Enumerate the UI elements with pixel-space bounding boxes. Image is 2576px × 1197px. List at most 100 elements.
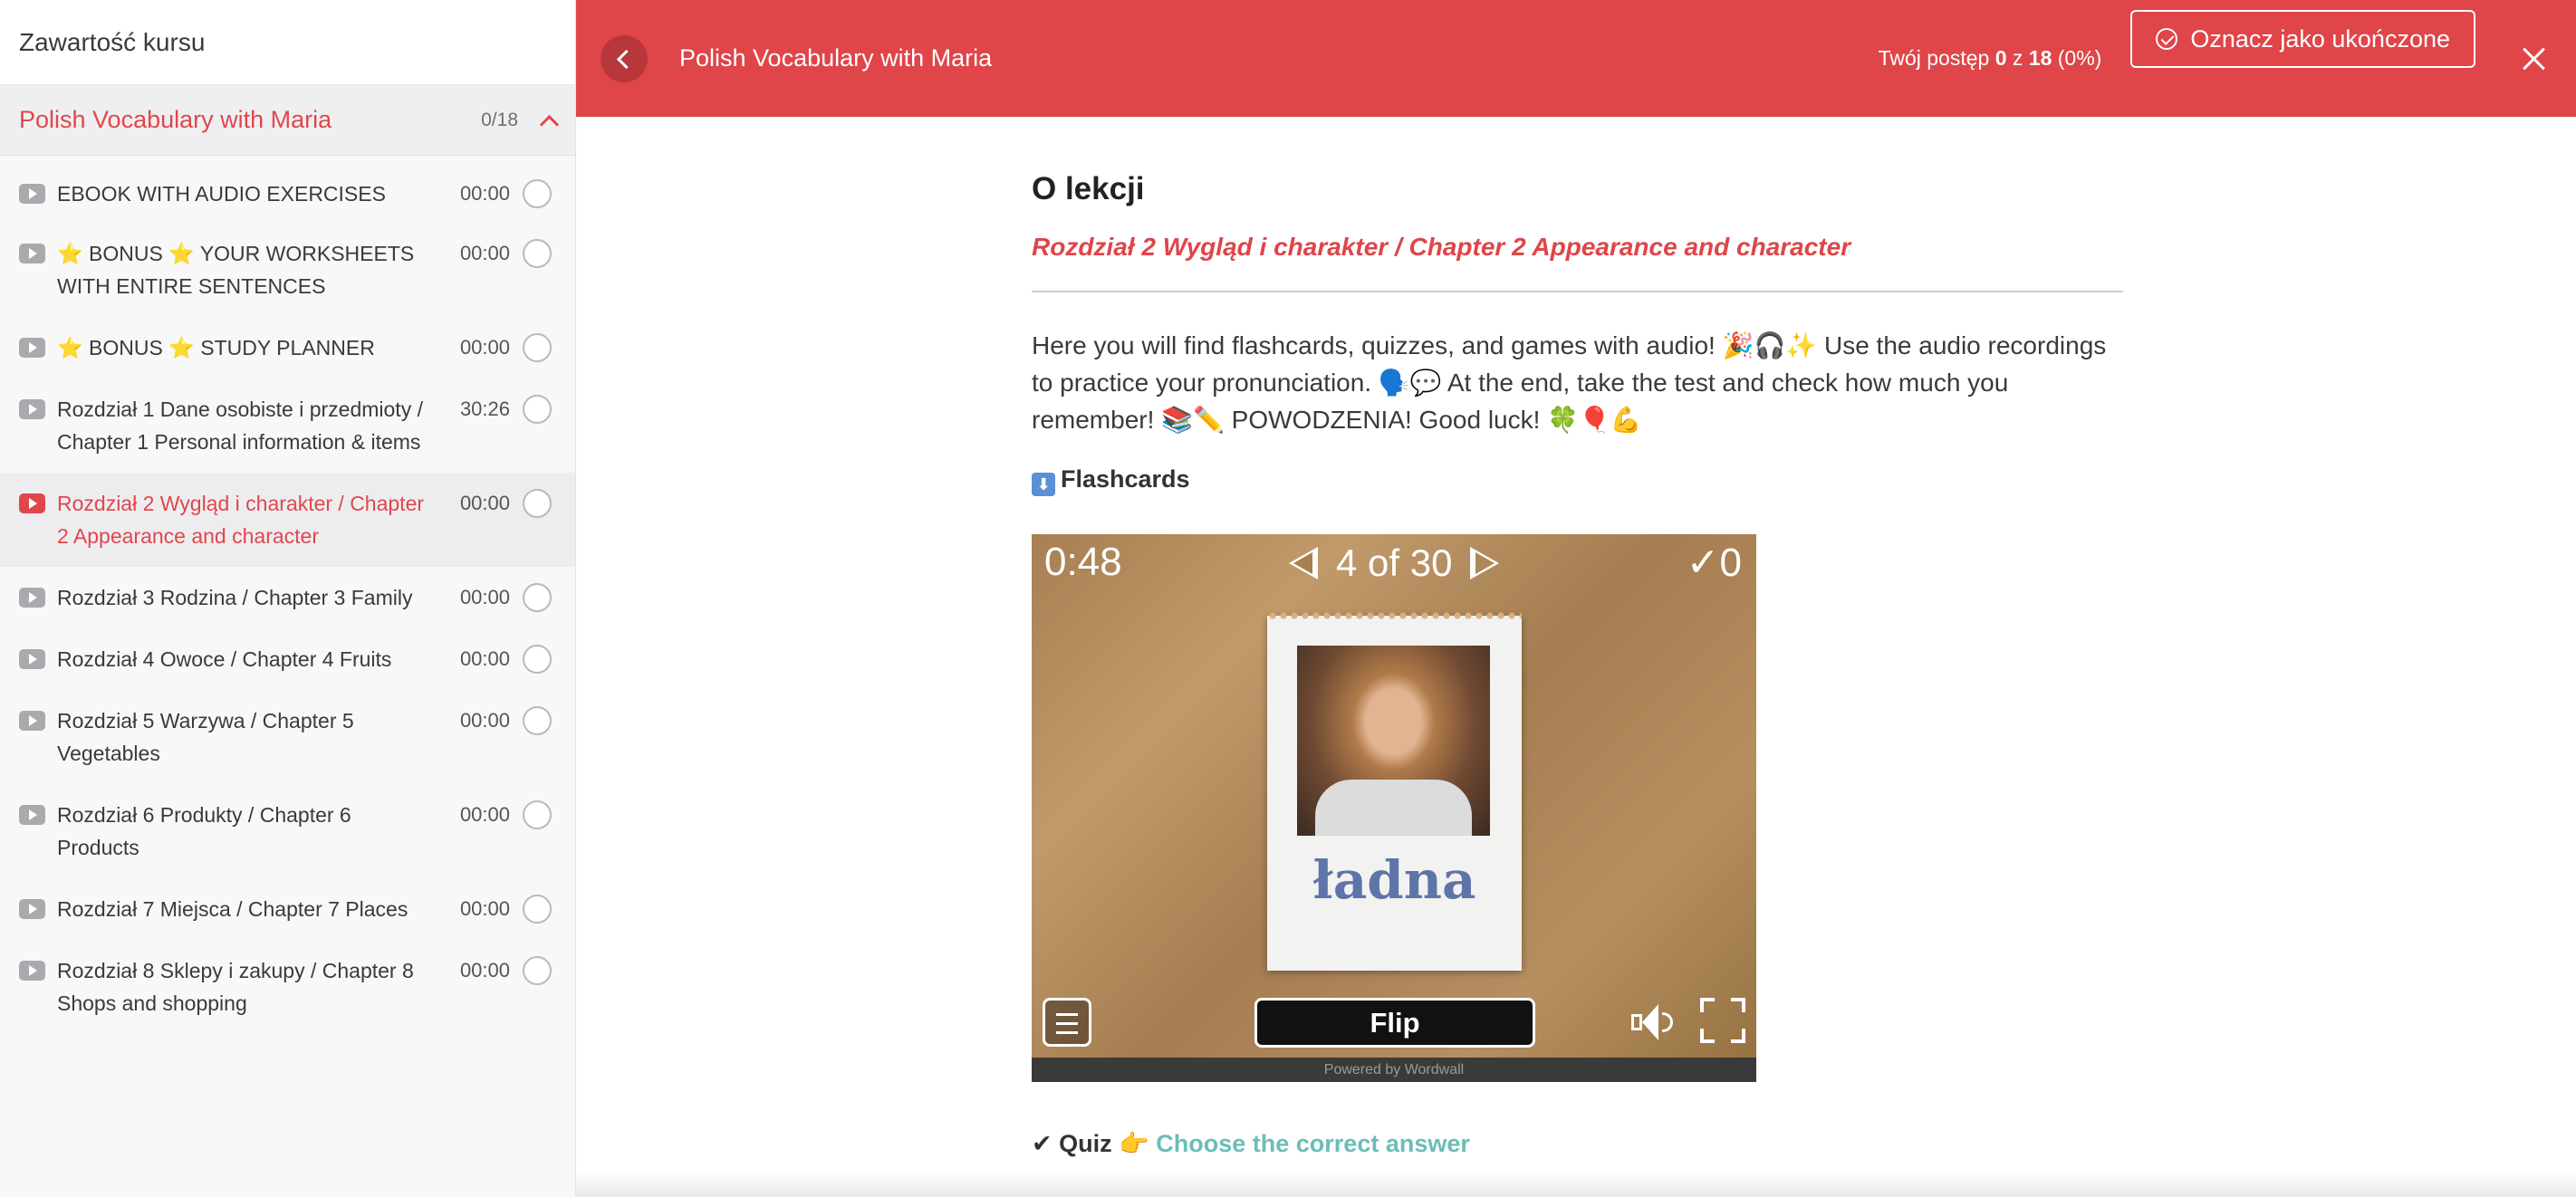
lesson-duration: 00:00 bbox=[459, 336, 510, 359]
play-icon bbox=[19, 711, 45, 731]
top-bar: Polish Vocabulary with Maria Twój postęp… bbox=[576, 0, 2576, 117]
course-sidebar: Zawartość kursu Polish Vocabulary with M… bbox=[0, 0, 576, 1197]
play-icon bbox=[19, 399, 45, 419]
play-icon bbox=[19, 961, 45, 981]
lesson-item[interactable]: Rozdział 4 Owoce / Chapter 4 Fruits 00:00 bbox=[0, 628, 575, 690]
lesson-duration: 00:00 bbox=[459, 492, 510, 514]
lesson-item[interactable]: Rozdział 8 Sklepy i zakupy / Chapter 8 S… bbox=[0, 940, 575, 1034]
lesson-title: Rozdział 7 Miejsca / Chapter 7 Places bbox=[57, 897, 409, 921]
lesson-duration: 00:00 bbox=[459, 803, 510, 826]
play-icon bbox=[19, 184, 45, 204]
lesson-item[interactable]: Rozdział 7 Miejsca / Chapter 7 Places 00:… bbox=[0, 878, 575, 940]
lesson-title: Rozdział 5 Warzywa / Chapter 5 Vegetable… bbox=[57, 709, 354, 765]
score: ✓0 bbox=[1686, 541, 1742, 585]
completion-circle-icon[interactable] bbox=[523, 706, 552, 735]
menu-icon[interactable] bbox=[1043, 998, 1091, 1047]
progress-total: 18 bbox=[2028, 46, 2052, 70]
card-navigation: 4 of 30 bbox=[1289, 541, 1500, 585]
wordwall-flashcards-widget[interactable]: 0:48 4 of 30 ✓0 ładna Flip Powered by Wo… bbox=[1032, 534, 1756, 1082]
lesson-item[interactable]: Rozdział 2 Wygląd i charakter / Chapter … bbox=[0, 473, 575, 567]
quiz-link[interactable]: Choose the correct answer bbox=[1156, 1130, 1470, 1157]
fullscreen-icon[interactable] bbox=[1700, 998, 1745, 1043]
about-title: O lekcji bbox=[1032, 171, 1145, 206]
course-title: Polish Vocabulary with Maria bbox=[679, 44, 993, 72]
lesson-title: Rozdział 6 Produkty / Chapter 6 Products bbox=[57, 803, 351, 859]
completion-circle-icon[interactable] bbox=[523, 395, 552, 424]
lesson-title: Rozdział 2 Wygląd i charakter / Chapter … bbox=[57, 492, 425, 548]
section-name: Polish Vocabulary with Maria bbox=[19, 106, 332, 133]
lesson-item[interactable]: ⭐ BONUS ⭐ YOUR WORKSHEETS WITH ENTIRE SE… bbox=[0, 223, 575, 317]
completion-circle-icon[interactable] bbox=[523, 583, 552, 612]
chapter-subtitle: Rozdział 2 Wygląd i charakter / Chapter … bbox=[1032, 233, 1851, 261]
lesson-title: Rozdział 3 Rodzina / Chapter 3 Family bbox=[57, 586, 413, 609]
down-arrow-icon: ⬇ bbox=[1032, 473, 1055, 496]
quiz-label: ✔ Quiz 👉 bbox=[1032, 1130, 1149, 1157]
lesson-item[interactable]: Rozdział 6 Produkty / Chapter 6 Products… bbox=[0, 784, 575, 878]
lesson-duration: 00:00 bbox=[459, 709, 510, 732]
completion-circle-icon[interactable] bbox=[523, 895, 552, 924]
mark-complete-button[interactable]: Oznacz jako ukończone bbox=[2130, 10, 2475, 68]
mark-complete-label: Oznacz jako ukończone bbox=[2190, 24, 2450, 53]
lesson-duration: 00:00 bbox=[459, 586, 510, 608]
completion-circle-icon[interactable] bbox=[523, 956, 552, 985]
next-card-icon[interactable] bbox=[1470, 547, 1500, 579]
lesson-item[interactable]: Rozdział 5 Warzywa / Chapter 5 Vegetable… bbox=[0, 690, 575, 784]
close-icon[interactable] bbox=[2522, 46, 2547, 72]
lesson-title: ⭐ BONUS ⭐ YOUR WORKSHEETS WITH ENTIRE SE… bbox=[57, 242, 415, 298]
play-icon bbox=[19, 805, 45, 825]
quiz-heading: ✔ Quiz 👉 Choose the correct answer bbox=[1032, 1129, 2123, 1158]
lesson-title: ⭐ BONUS ⭐ STUDY PLANNER bbox=[57, 336, 375, 359]
completion-circle-icon[interactable] bbox=[523, 800, 552, 829]
lesson-item[interactable]: Rozdział 3 Rodzina / Chapter 3 Family 00:… bbox=[0, 567, 575, 628]
powered-by: Powered by Wordwall bbox=[1032, 1058, 1756, 1082]
check-circle-icon bbox=[2156, 28, 2178, 50]
completion-circle-icon[interactable] bbox=[523, 333, 552, 362]
lesson-title: Rozdział 1 Dane osobiste i przedmioty / … bbox=[57, 397, 423, 454]
play-icon bbox=[19, 588, 45, 608]
play-icon bbox=[19, 244, 45, 263]
timer: 0:48 bbox=[1044, 540, 1122, 584]
lesson-item[interactable]: EBOOK WITH AUDIO EXERCISES 00:00 bbox=[0, 156, 575, 223]
chevron-up-icon[interactable] bbox=[540, 112, 556, 129]
lesson-duration: 00:00 bbox=[459, 647, 510, 670]
completion-circle-icon[interactable] bbox=[523, 645, 552, 674]
card-position: 4 of 30 bbox=[1336, 541, 1453, 584]
progress-done: 0 bbox=[1994, 46, 2007, 70]
previous-card-icon[interactable] bbox=[1289, 547, 1318, 579]
flashcard-word: ładna bbox=[1312, 849, 1476, 911]
card-rings bbox=[1267, 610, 1522, 621]
completion-circle-icon[interactable] bbox=[523, 489, 552, 518]
lesson-item[interactable]: Rozdział 1 Dane osobiste i przedmioty / … bbox=[0, 378, 575, 473]
flashcards-heading: ⬇ Flashcards bbox=[1032, 465, 2123, 496]
sidebar-title: Zawartość kursu bbox=[0, 0, 575, 85]
lesson-content: O lekcji Rozdział 2 Wygląd i charakter /… bbox=[1032, 117, 2123, 1158]
play-icon bbox=[19, 899, 45, 919]
lesson-description: Here you will find flashcards, quizzes, … bbox=[1032, 331, 2107, 434]
lesson-duration: 30:26 bbox=[459, 397, 510, 420]
section-count: 0/18 bbox=[481, 109, 518, 130]
flashcard[interactable]: ładna bbox=[1267, 610, 1522, 971]
lesson-title: Rozdział 8 Sklepy i zakupy / Chapter 8 S… bbox=[57, 959, 414, 1015]
progress-text: Twój postęp 0 z 18 (0%) bbox=[1879, 46, 2102, 71]
lesson-item[interactable]: ⭐ BONUS ⭐ STUDY PLANNER 00:00 bbox=[0, 317, 575, 378]
progress-of: z bbox=[2012, 46, 2023, 70]
lesson-duration: 00:00 bbox=[459, 959, 510, 982]
lesson-list: EBOOK WITH AUDIO EXERCISES 00:00 ⭐ BONUS ⭐… bbox=[0, 156, 575, 1034]
progress-percent: (0%) bbox=[2057, 46, 2102, 70]
lesson-title: EBOOK WITH AUDIO EXERCISES bbox=[57, 182, 386, 206]
play-icon bbox=[19, 493, 45, 513]
flip-button[interactable]: Flip bbox=[1254, 998, 1535, 1048]
flashcards-label: Flashcards bbox=[1061, 465, 1190, 493]
flashcard-photo bbox=[1297, 646, 1490, 836]
bottom-fade bbox=[576, 1170, 2576, 1197]
progress-prefix: Twój postęp bbox=[1878, 46, 1990, 70]
section-header[interactable]: Polish Vocabulary with Maria 0/18 bbox=[0, 85, 575, 156]
sound-icon[interactable] bbox=[1629, 1001, 1675, 1043]
completion-circle-icon[interactable] bbox=[523, 179, 552, 208]
completion-circle-icon[interactable] bbox=[523, 239, 552, 268]
divider bbox=[1032, 291, 2123, 292]
play-icon bbox=[19, 649, 45, 669]
lesson-title: Rozdział 4 Owoce / Chapter 4 Fruits bbox=[57, 647, 392, 671]
play-icon bbox=[19, 338, 45, 358]
back-button[interactable] bbox=[601, 34, 648, 82]
